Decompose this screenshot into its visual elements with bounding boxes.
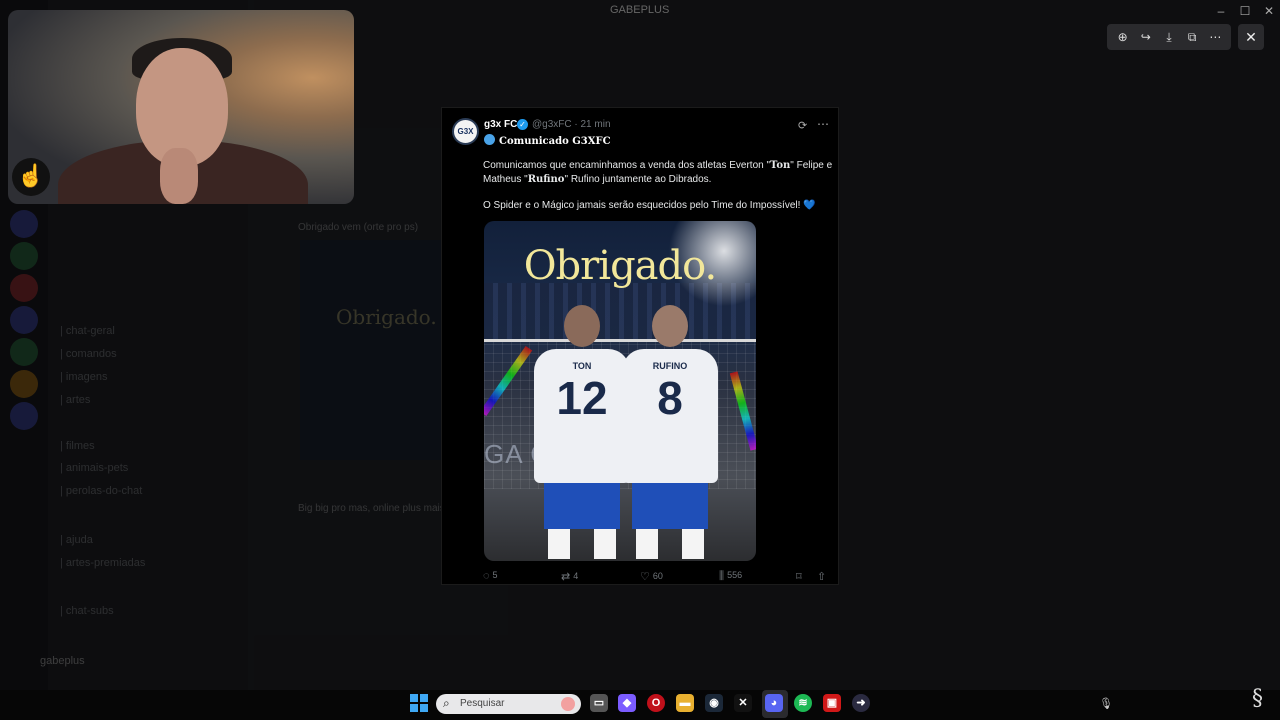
- server-icon[interactable]: [10, 306, 38, 334]
- view-count: 556: [727, 570, 743, 580]
- tweet-image[interactable]: Obrigado. GA O RUF TON 12 RUFINO 8: [484, 221, 756, 561]
- bookmark-icon: ⌑: [796, 571, 802, 583]
- views-button[interactable]: ⫼ 556: [719, 570, 742, 583]
- chat-image-title: Obrigado.: [336, 305, 437, 329]
- channel-item[interactable]: | comandos: [60, 348, 117, 360]
- repost-icon: ⇄: [561, 571, 571, 583]
- reply-icon: ◌: [483, 570, 490, 582]
- channel-item[interactable]: | perolas-do-chat: [60, 485, 142, 497]
- chat-image-thumbnail[interactable]: [300, 240, 445, 460]
- forward-icon[interactable]: ↪: [1137, 28, 1155, 46]
- player-sock: [594, 529, 616, 559]
- player-number: 12: [556, 372, 608, 424]
- like-button[interactable]: ♡ 60: [640, 570, 663, 583]
- file-explorer-icon[interactable]: ▬: [676, 694, 694, 712]
- reply-count: 5: [492, 570, 498, 580]
- windows-start-icon[interactable]: [410, 694, 428, 712]
- reply-button[interactable]: ◌ 5: [483, 570, 498, 582]
- image-viewer-toolbar: ⊕ ↪ ⤓ ⧉ ⋯: [1107, 24, 1231, 50]
- server-icon[interactable]: [10, 370, 38, 398]
- close-viewer-button[interactable]: ✕: [1238, 24, 1264, 50]
- player-name: RUFINO: [652, 361, 688, 371]
- search-highlight-icon: [561, 697, 575, 711]
- player-ton: TON 12: [534, 305, 630, 559]
- channel-item[interactable]: | imagens: [60, 371, 108, 383]
- player-number: 8: [657, 372, 683, 424]
- player-sock: [682, 529, 704, 559]
- player-head: [652, 305, 688, 347]
- server-icon[interactable]: [10, 338, 38, 366]
- share-icon: ⇧: [817, 571, 827, 583]
- player-head: [564, 305, 600, 347]
- capcut-icon[interactable]: ✕: [734, 694, 752, 712]
- like-count: 60: [652, 571, 663, 581]
- app-icon[interactable]: ▣: [823, 694, 841, 712]
- chat-message: Big big pro mas, online plus mais: [298, 503, 445, 514]
- player-name: TON: [572, 361, 592, 371]
- tweet-subtitle: Comunicado G3XFC: [484, 134, 611, 147]
- webcam-overlay: [8, 10, 354, 204]
- views-icon: ⫼: [719, 570, 725, 582]
- streamer-signature-logo: §: [1252, 686, 1263, 711]
- player-rufino: RUFINO 8: [622, 305, 718, 559]
- tweet-paragraph-2: O Spider e o Mágico jamais serão esqueci…: [483, 200, 816, 211]
- taskbar: [0, 690, 1280, 720]
- screen: | chat-geral | comandos | imagens | arte…: [0, 0, 1280, 720]
- channel-item[interactable]: | artes: [60, 394, 90, 406]
- grok-icon[interactable]: ⟳: [798, 119, 812, 133]
- image-title: Obrigado.: [523, 243, 717, 289]
- more-icon[interactable]: ⋯: [1206, 28, 1224, 46]
- spotify-icon[interactable]: ≋: [794, 694, 812, 712]
- tweet-subtitle-text: Comunicado G3XFC: [499, 136, 611, 147]
- blue-circle-icon: [484, 134, 495, 145]
- streamer-logo-icon: ☝: [12, 158, 50, 196]
- download-icon[interactable]: ⤓: [1160, 28, 1178, 46]
- channel-item[interactable]: | chat-subs: [60, 605, 114, 617]
- share-button[interactable]: ⇧: [817, 570, 829, 583]
- player-sock: [636, 529, 658, 559]
- window-title: GABEPLUS: [610, 4, 670, 16]
- opera-icon[interactable]: O: [647, 694, 665, 712]
- channel-item[interactable]: | artes-premiadas: [60, 557, 145, 569]
- tweet-author-name[interactable]: g3x FC: [484, 119, 517, 130]
- tweet-handle-time[interactable]: @g3xFC · 21 min: [532, 119, 611, 130]
- bookmark-button[interactable]: ⌑: [796, 570, 805, 583]
- player-shorts: [632, 483, 708, 529]
- discord-icon[interactable]: ◕: [765, 694, 783, 712]
- open-external-icon[interactable]: ⧉: [1183, 28, 1201, 46]
- server-icon[interactable]: [10, 274, 38, 302]
- chat-message: Obrigado vem (orte pro ps): [298, 222, 419, 233]
- tweet-actions: ◌ 5 ⇄ 4 ♡ 60 ⫼ 556 ⌑ ⇧: [483, 570, 833, 584]
- channel-item[interactable]: | ajuda: [60, 534, 93, 546]
- microphone-icon[interactable]: 🎙: [1099, 697, 1113, 710]
- task-view-icon[interactable]: ▭: [590, 694, 608, 712]
- server-icon[interactable]: [10, 402, 38, 430]
- tweet-paragraph-1: Comunicamos que encaminhamos a venda dos…: [483, 160, 833, 185]
- window-close-icon[interactable]: ✕: [1254, 2, 1280, 20]
- search-placeholder: Pesquisar: [460, 698, 505, 709]
- zoom-in-icon[interactable]: ⊕: [1114, 28, 1132, 46]
- channel-item[interactable]: | animais-pets: [60, 462, 128, 474]
- copilot-icon[interactable]: ◆: [618, 694, 636, 712]
- channel-item[interactable]: | filmes: [60, 440, 95, 452]
- tweet-card: G3X g3x FC ✓ @g3xFC · 21 min Comunicado …: [441, 107, 839, 585]
- player-sock: [548, 529, 570, 559]
- search-icon: ⌕: [443, 696, 450, 710]
- verified-badge-icon: ✓: [517, 119, 528, 130]
- webcam-person: [160, 148, 198, 204]
- server-icon[interactable]: [10, 210, 38, 238]
- current-user[interactable]: gabeplus: [40, 655, 85, 667]
- tweet-avatar[interactable]: G3X: [452, 118, 479, 145]
- steam-icon[interactable]: ◉: [705, 694, 723, 712]
- repost-count: 4: [573, 571, 579, 581]
- channel-item[interactable]: | chat-geral: [60, 325, 115, 337]
- tweet-more-icon[interactable]: ⋯: [817, 117, 831, 131]
- heart-icon: ♡: [640, 571, 650, 583]
- player-shorts: [544, 483, 620, 529]
- server-icon[interactable]: [10, 242, 38, 270]
- app-icon[interactable]: ➜: [852, 694, 870, 712]
- taskbar-search[interactable]: ⌕ Pesquisar: [436, 694, 581, 714]
- repost-button[interactable]: ⇄ 4: [561, 570, 578, 583]
